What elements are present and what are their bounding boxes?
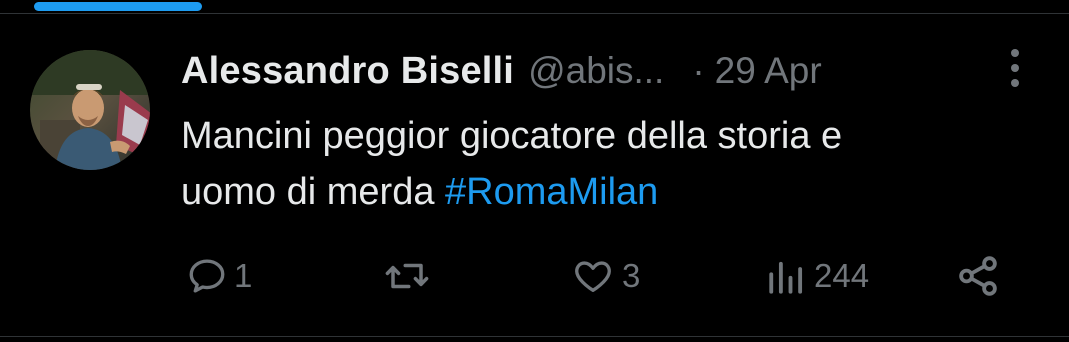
- bottom-divider: [0, 336, 1069, 337]
- like-count: 3: [622, 257, 641, 294]
- views-button[interactable]: 244: [766, 248, 869, 304]
- more-options-button[interactable]: [1000, 48, 1030, 88]
- tweet-text-line-2: uomo di merda #RomaMilan: [181, 164, 1001, 220]
- author-handle[interactable]: @abis...: [528, 50, 664, 92]
- share-button[interactable]: [955, 248, 1001, 304]
- tweet-text-plain: uomo di merda: [181, 171, 446, 213]
- retweet-button[interactable]: [384, 248, 436, 304]
- tweet-header: Alessandro Biselli @abis... · 29 Apr: [181, 46, 822, 96]
- share-icon: [959, 256, 997, 296]
- avatar[interactable]: [30, 50, 150, 170]
- tweet-date[interactable]: 29 Apr: [715, 50, 822, 92]
- active-tab-indicator: [34, 2, 202, 11]
- tweet-text: Mancini peggior giocatore della storia e…: [181, 108, 1001, 220]
- more-vertical-icon-dot: [1011, 79, 1019, 87]
- like-button[interactable]: 3: [570, 248, 640, 304]
- header-separator: ·: [692, 50, 705, 91]
- hashtag-link[interactable]: #RomaMilan: [445, 171, 658, 213]
- reply-count: 1: [234, 257, 253, 294]
- reply-icon: [189, 259, 225, 293]
- retweet-icon: [385, 263, 429, 289]
- views-count: 244: [814, 257, 870, 294]
- views-chart-icon: [769, 261, 803, 294]
- reply-button[interactable]: 1: [186, 248, 252, 304]
- tweet-text-line-1: Mancini peggior giocatore della storia e: [181, 115, 843, 157]
- author-name[interactable]: Alessandro Biselli: [181, 50, 514, 93]
- top-divider: [0, 13, 1069, 14]
- more-vertical-icon-dot: [1011, 64, 1019, 72]
- heart-icon: [575, 261, 611, 293]
- tweet-actions: 1 3 244: [0, 248, 1069, 304]
- more-vertical-icon: [1011, 49, 1019, 57]
